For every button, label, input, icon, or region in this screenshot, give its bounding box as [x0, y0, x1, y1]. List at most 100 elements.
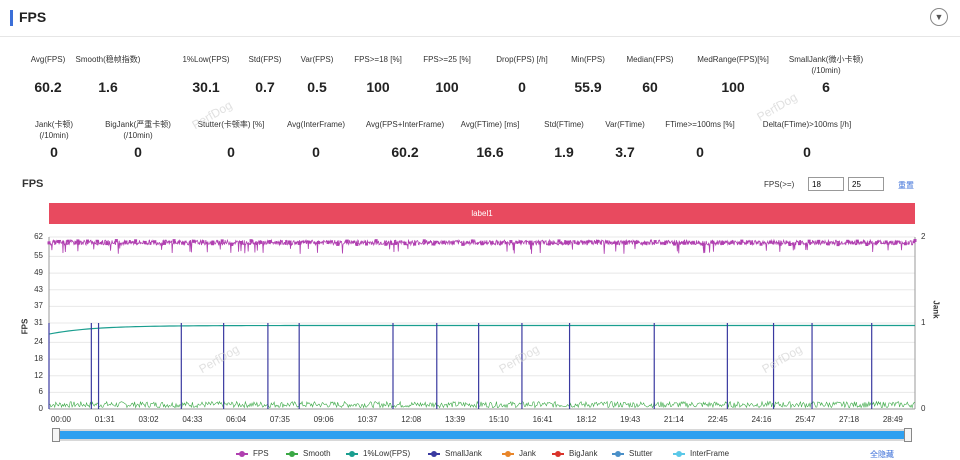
fps-point [76, 239, 80, 243]
fps-point [875, 241, 879, 245]
fps-point [634, 241, 638, 245]
fps-point [288, 240, 292, 244]
fps-point [432, 242, 436, 246]
legend-swatch [236, 450, 248, 457]
fps-point [749, 241, 753, 245]
x-tick-label: 01:31 [94, 415, 115, 424]
fps-point [220, 239, 224, 243]
fps-point [451, 241, 455, 245]
legend-item[interactable]: Stutter [612, 449, 653, 458]
fps-point [807, 239, 811, 243]
fps-point [730, 240, 734, 244]
fps-point [528, 240, 532, 244]
legend-item[interactable]: InterFrame [673, 449, 729, 458]
fps-point [134, 239, 138, 243]
fps-point [615, 241, 619, 245]
fps-point [259, 240, 263, 244]
fps-point [518, 240, 522, 244]
time-range-selection[interactable] [54, 431, 910, 439]
fps-point [345, 239, 349, 243]
fps-point [846, 239, 850, 243]
fps-point [836, 243, 840, 247]
fps-point [586, 240, 590, 244]
range-handle-left[interactable] [52, 428, 60, 442]
x-tick-label: 28:49 [882, 415, 903, 424]
fps-point [644, 241, 648, 245]
legend-item[interactable]: Jank [502, 449, 536, 458]
x-tick-label: 19:43 [620, 415, 641, 424]
x-tick-label: 13:39 [445, 415, 466, 424]
fps-point [172, 239, 176, 243]
fps-point [701, 242, 705, 246]
y-tick-label: 24 [34, 337, 43, 347]
fps-point [374, 239, 378, 243]
x-tick-label: 22:45 [707, 415, 728, 424]
fps-point [326, 240, 330, 244]
fps-chart[interactable] [0, 0, 960, 460]
legend-label: FPS [253, 449, 269, 458]
fps-point [721, 241, 725, 245]
range-handle-right[interactable] [904, 428, 912, 442]
y-tick-label: 37 [34, 301, 43, 311]
fps-point [249, 239, 253, 243]
x-tick-label: 18:12 [576, 415, 597, 424]
fps-point [124, 240, 128, 244]
fps-point [903, 242, 907, 246]
legend-item[interactable]: 1%Low(FPS) [346, 449, 410, 458]
fps-point [114, 239, 118, 243]
fps-point [143, 240, 147, 244]
fps-point [336, 242, 340, 246]
y-tick-label: 43 [34, 284, 43, 294]
hide-all-link[interactable]: 全隐藏 [870, 449, 894, 460]
fps-point [153, 240, 157, 244]
fps-point [894, 241, 898, 245]
y2-tick-label: 1 [921, 318, 926, 327]
fps-point [711, 240, 715, 244]
fps-point [422, 239, 426, 243]
x-tick-label: 07:35 [269, 415, 290, 424]
legend-item[interactable]: FPS [236, 449, 269, 458]
legend-label: Stutter [629, 449, 653, 458]
legend-swatch [346, 450, 358, 457]
x-tick-label: 15:10 [488, 415, 509, 424]
legend-swatch [286, 450, 298, 457]
fps-point [557, 239, 561, 243]
fps-point [413, 242, 417, 246]
fps-point [355, 242, 359, 246]
legend-swatch [502, 450, 514, 457]
x-tick-label: 16:41 [532, 415, 553, 424]
x-tick-label: 25:47 [795, 415, 816, 424]
fps-point [105, 242, 109, 246]
fps-point [509, 240, 513, 244]
fps-point [384, 242, 388, 246]
legend-item[interactable]: SmallJank [428, 449, 482, 458]
legend-swatch [673, 450, 685, 457]
fps-point [567, 240, 571, 244]
fps-point [538, 241, 542, 245]
legend-label: Smooth [303, 449, 331, 458]
legend-swatch [428, 450, 440, 457]
low1-series-line [48, 324, 915, 335]
legend-item[interactable]: Smooth [286, 449, 331, 458]
fps-point [778, 242, 782, 246]
y-tick-label: 0 [38, 404, 43, 413]
smooth-series-line [48, 400, 916, 409]
fps-point [95, 239, 99, 243]
fps-point [297, 241, 301, 245]
fps-point [211, 242, 215, 246]
fps-point [442, 240, 446, 244]
x-tick-label: 27:18 [839, 415, 860, 424]
fps-point [480, 242, 484, 246]
fps-point [85, 239, 89, 243]
y-tick-label: 6 [38, 387, 43, 397]
fps-point [201, 240, 205, 244]
fps-point [884, 240, 888, 244]
fps-point [663, 242, 667, 246]
fps-point [759, 242, 763, 246]
legend-item[interactable]: BigJank [552, 449, 597, 458]
legend-swatch [552, 450, 564, 457]
y-tick-label: 31 [34, 318, 43, 327]
legend-label: InterFrame [690, 449, 730, 458]
legend-label: Jank [519, 449, 536, 458]
fps-point [913, 239, 917, 243]
